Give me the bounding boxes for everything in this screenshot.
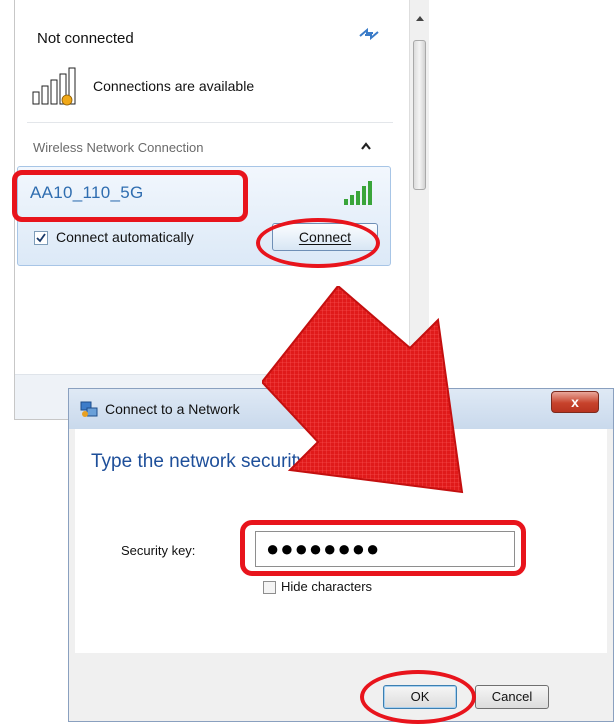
security-key-highlight bbox=[240, 520, 526, 576]
connection-status: Not connected bbox=[37, 30, 134, 47]
security-key-label-text: Security key: bbox=[121, 543, 196, 558]
wifi-signal-icon bbox=[344, 181, 372, 205]
network-icon bbox=[80, 401, 98, 417]
checkmark-icon bbox=[36, 233, 46, 243]
availability-text: Connections are available bbox=[93, 78, 255, 94]
security-key-label: Security key: bbox=[121, 543, 195, 558]
hide-characters-checkbox[interactable] bbox=[263, 581, 276, 594]
network-name-highlight bbox=[12, 170, 248, 222]
dialog-title: Connect to a Network bbox=[105, 401, 240, 417]
cancel-button[interactable]: Cancel bbox=[475, 685, 549, 709]
chevron-up-icon[interactable] bbox=[359, 140, 373, 152]
network-available-icon bbox=[32, 67, 76, 106]
arrow-down-right-icon bbox=[262, 286, 464, 494]
section-title: Wireless Network Connection bbox=[33, 140, 204, 155]
close-button[interactable]: x bbox=[551, 391, 599, 413]
divider bbox=[27, 122, 393, 123]
scroll-thumb[interactable] bbox=[413, 40, 426, 190]
connect-button-highlight bbox=[256, 218, 380, 268]
connect-automatically-label: Connect automatically bbox=[56, 229, 194, 245]
scroll-up-icon[interactable] bbox=[410, 10, 430, 26]
refresh-icon[interactable] bbox=[357, 24, 381, 44]
ok-button-highlight bbox=[360, 670, 476, 724]
hide-characters-label: Hide characters bbox=[281, 579, 373, 594]
connect-automatically-checkbox[interactable] bbox=[34, 231, 48, 245]
